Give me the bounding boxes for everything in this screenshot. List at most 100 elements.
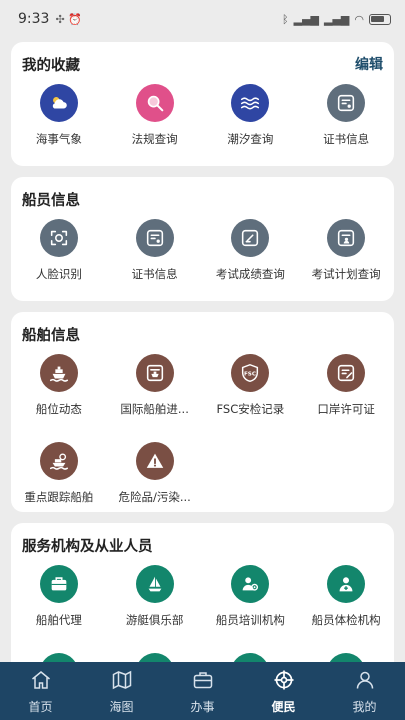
training-icon bbox=[231, 565, 270, 603]
pen-icon bbox=[135, 653, 174, 662]
service-item-label: 法规查询 bbox=[131, 132, 178, 146]
signal-icon-2: ▂▄▆ bbox=[324, 12, 350, 26]
grid: 船位动态 国际船舶进... FSC FSC安检记录 口岸许可证重点跟踪船舶 危险品/污染.… bbox=[11, 354, 394, 530]
section-service-agencies: 服务机构及从业人员 船舶代理 游艇俱乐部 船员培训机构 船员体检机构 bbox=[11, 523, 394, 662]
fsc-icon: FSC bbox=[231, 354, 270, 392]
section-crew-info: 船员信息 人脸识别 证书信息 考试成绩查询 考试计划查询 bbox=[11, 177, 394, 301]
service-item[interactable]: 船员培训机构 bbox=[203, 565, 299, 653]
grid: 船舶代理 游艇俱乐部 船员培训机构 船员体检机构 bbox=[11, 565, 394, 662]
service-item-label: 国际船舶进... bbox=[120, 402, 189, 416]
service-item[interactable]: FSC FSC安检记录 bbox=[203, 354, 299, 442]
service-item[interactable]: 证书信息 bbox=[107, 219, 203, 307]
map-icon bbox=[110, 668, 134, 696]
section-favorites: 我的收藏 编辑 海事气象 法规查询 潮汐查询 证书信息 bbox=[11, 42, 394, 166]
service-item-label: 证书信息 bbox=[131, 267, 178, 281]
service-item-label: 潮汐查询 bbox=[227, 132, 274, 146]
tracked-ship-icon bbox=[39, 442, 78, 480]
tab-label: 办事 bbox=[190, 699, 215, 714]
service-item-label: 口岸许可证 bbox=[317, 402, 375, 416]
status-time: 9:33 bbox=[18, 11, 50, 27]
tab-label: 海图 bbox=[109, 699, 134, 714]
service-item[interactable] bbox=[107, 653, 203, 662]
status-bar: 9:33 ✣ ⏰ ᛒ ▂▄▆ ▂▄▆ ◠ bbox=[0, 0, 405, 38]
ship-doc-icon bbox=[135, 354, 174, 392]
sailboat-icon bbox=[135, 565, 174, 603]
plan-icon bbox=[327, 219, 366, 257]
service-item-label: 船员培训机构 bbox=[215, 613, 285, 627]
section-ship-info: 船舶信息 船位动态 国际船舶进... FSC FSC安检记录 口岸许可证重点跟踪船舶 危险… bbox=[11, 312, 394, 512]
service-item[interactable]: 游艇俱乐部 bbox=[107, 565, 203, 653]
doctor-icon bbox=[327, 565, 366, 603]
service-item[interactable]: 船位动态 bbox=[11, 354, 107, 442]
service-item[interactable]: 船员体检机构 bbox=[298, 565, 394, 653]
service-item-label: 船员体检机构 bbox=[311, 613, 381, 627]
service-item[interactable]: 口岸许可证 bbox=[298, 354, 394, 442]
tab-briefcase[interactable]: 办事 bbox=[162, 662, 243, 720]
briefcase-icon bbox=[39, 565, 78, 603]
section-title: 服务机构及从业人员 bbox=[22, 539, 153, 555]
briefcase-icon bbox=[191, 668, 215, 696]
service-item[interactable] bbox=[203, 653, 299, 662]
service-item-label: 海事气象 bbox=[35, 132, 82, 146]
tab-label: 我的 bbox=[352, 699, 377, 714]
section-title: 我的收藏 bbox=[22, 58, 80, 74]
service-item[interactable]: 考试计划查询 bbox=[298, 219, 394, 307]
service-item-label: 人脸识别 bbox=[35, 267, 82, 281]
user-icon bbox=[353, 668, 377, 696]
service-item-label: 考试计划查询 bbox=[311, 267, 381, 281]
service-item-label: 考试成绩查询 bbox=[215, 267, 285, 281]
grid: 海事气象 法规查询 潮汐查询 证书信息 bbox=[11, 84, 394, 172]
helm-icon bbox=[272, 668, 296, 696]
edit-icon bbox=[231, 219, 270, 257]
signal-icon: ▂▄▆ bbox=[293, 12, 319, 26]
service-item[interactable]: 重点跟踪船舶 bbox=[11, 442, 107, 530]
tab-label: 便民 bbox=[271, 699, 296, 714]
tab-user[interactable]: 我的 bbox=[324, 662, 405, 720]
agent-icon bbox=[39, 653, 78, 662]
tab-home[interactable]: 首页 bbox=[0, 662, 81, 720]
service-item[interactable]: 危险品/污染... bbox=[107, 442, 203, 530]
section-title: 船员信息 bbox=[22, 193, 80, 209]
grid: 人脸识别 证书信息 考试成绩查询 考试计划查询 bbox=[11, 219, 394, 307]
service-item-label: 船舶代理 bbox=[35, 613, 82, 627]
battery-icon bbox=[369, 13, 391, 25]
face-scan-icon bbox=[39, 219, 78, 257]
tide-icon bbox=[231, 84, 270, 122]
bluetooth-icon: ᛒ bbox=[282, 12, 289, 26]
service-item[interactable] bbox=[11, 653, 107, 662]
service-item[interactable]: 国际船舶进... bbox=[107, 354, 203, 442]
certificate-icon bbox=[135, 219, 174, 257]
certificate-icon bbox=[327, 84, 366, 122]
service-item-label: 证书信息 bbox=[323, 132, 370, 146]
svg-text:FSC: FSC bbox=[244, 371, 256, 377]
section-title: 船舶信息 bbox=[22, 328, 80, 344]
home-icon bbox=[29, 668, 53, 696]
tab-label: 首页 bbox=[28, 699, 53, 714]
notification-icon: ✣ ⏰ bbox=[55, 12, 82, 26]
badge-icon bbox=[327, 653, 366, 662]
weather-icon bbox=[39, 84, 78, 122]
service-item[interactable] bbox=[298, 653, 394, 662]
service-item-label: 重点跟踪船舶 bbox=[24, 490, 94, 504]
service-item[interactable]: 法规查询 bbox=[107, 84, 203, 172]
service-item-label: 船位动态 bbox=[35, 402, 82, 416]
service-item[interactable]: 海事气象 bbox=[11, 84, 107, 172]
bottom-tab-bar: 首页 海图 办事 便民 我的 bbox=[0, 662, 405, 720]
service-item-label: 游艇俱乐部 bbox=[125, 613, 184, 627]
main-content[interactable]: 我的收藏 编辑 海事气象 法规查询 潮汐查询 证书信息 船员信息 人脸识别 证书信息 考试… bbox=[0, 38, 405, 662]
service-item[interactable]: 证书信息 bbox=[298, 84, 394, 172]
check-icon bbox=[231, 653, 270, 662]
wifi-icon: ◠ bbox=[354, 12, 364, 26]
tab-helm[interactable]: 便民 bbox=[243, 662, 324, 720]
search-icon bbox=[135, 84, 174, 122]
ship-icon bbox=[39, 354, 78, 392]
service-item[interactable]: 考试成绩查询 bbox=[203, 219, 299, 307]
service-item[interactable]: 潮汐查询 bbox=[203, 84, 299, 172]
service-item-label: 危险品/污染... bbox=[118, 490, 191, 504]
service-item[interactable]: 人脸识别 bbox=[11, 219, 107, 307]
edit-button[interactable]: 编辑 bbox=[355, 54, 383, 74]
service-item[interactable]: 船舶代理 bbox=[11, 565, 107, 653]
permit-icon bbox=[327, 354, 366, 392]
tab-map[interactable]: 海图 bbox=[81, 662, 162, 720]
warning-icon bbox=[135, 442, 174, 480]
